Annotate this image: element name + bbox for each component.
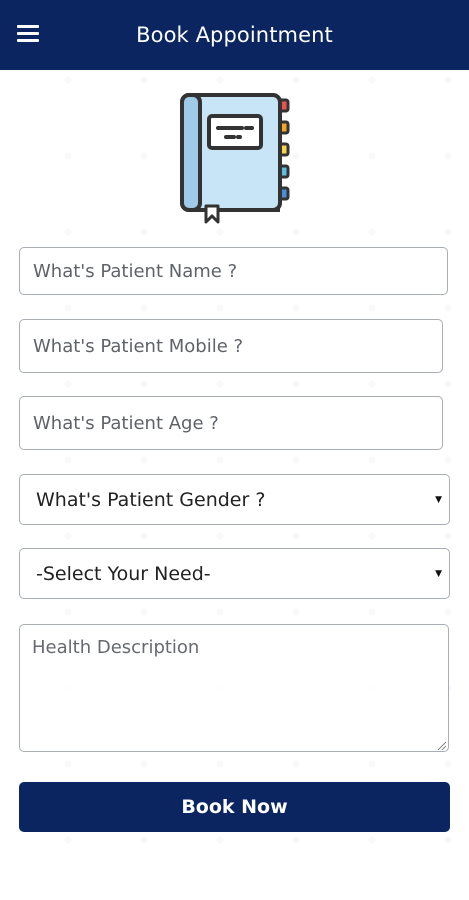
- chevron-down-icon: ▼: [435, 494, 442, 505]
- patient-name-input[interactable]: [19, 247, 448, 295]
- chevron-down-icon: ▼: [435, 568, 442, 579]
- patient-mobile-input[interactable]: [19, 319, 443, 373]
- gender-select-value: What's Patient Gender ?: [36, 488, 266, 511]
- resize-handle-icon[interactable]: [436, 740, 446, 750]
- patient-age-input[interactable]: [19, 396, 443, 450]
- page-title: Book Appointment: [136, 23, 333, 47]
- app-screen: Book Appointment What's Patient Name ? W…: [0, 0, 469, 900]
- need-select-value: -Select Your Need-: [36, 562, 211, 585]
- need-select[interactable]: -Select Your Need- ▼: [19, 548, 450, 599]
- top-app-bar: Book Appointment: [0, 0, 469, 70]
- book-now-button[interactable]: Book Now: [19, 782, 450, 832]
- hamburger-menu-icon[interactable]: [17, 25, 39, 45]
- health-description-textarea[interactable]: [19, 624, 449, 752]
- patient-gender-select[interactable]: What's Patient Gender ? ▼: [19, 474, 450, 525]
- notebook-icon: [176, 92, 294, 224]
